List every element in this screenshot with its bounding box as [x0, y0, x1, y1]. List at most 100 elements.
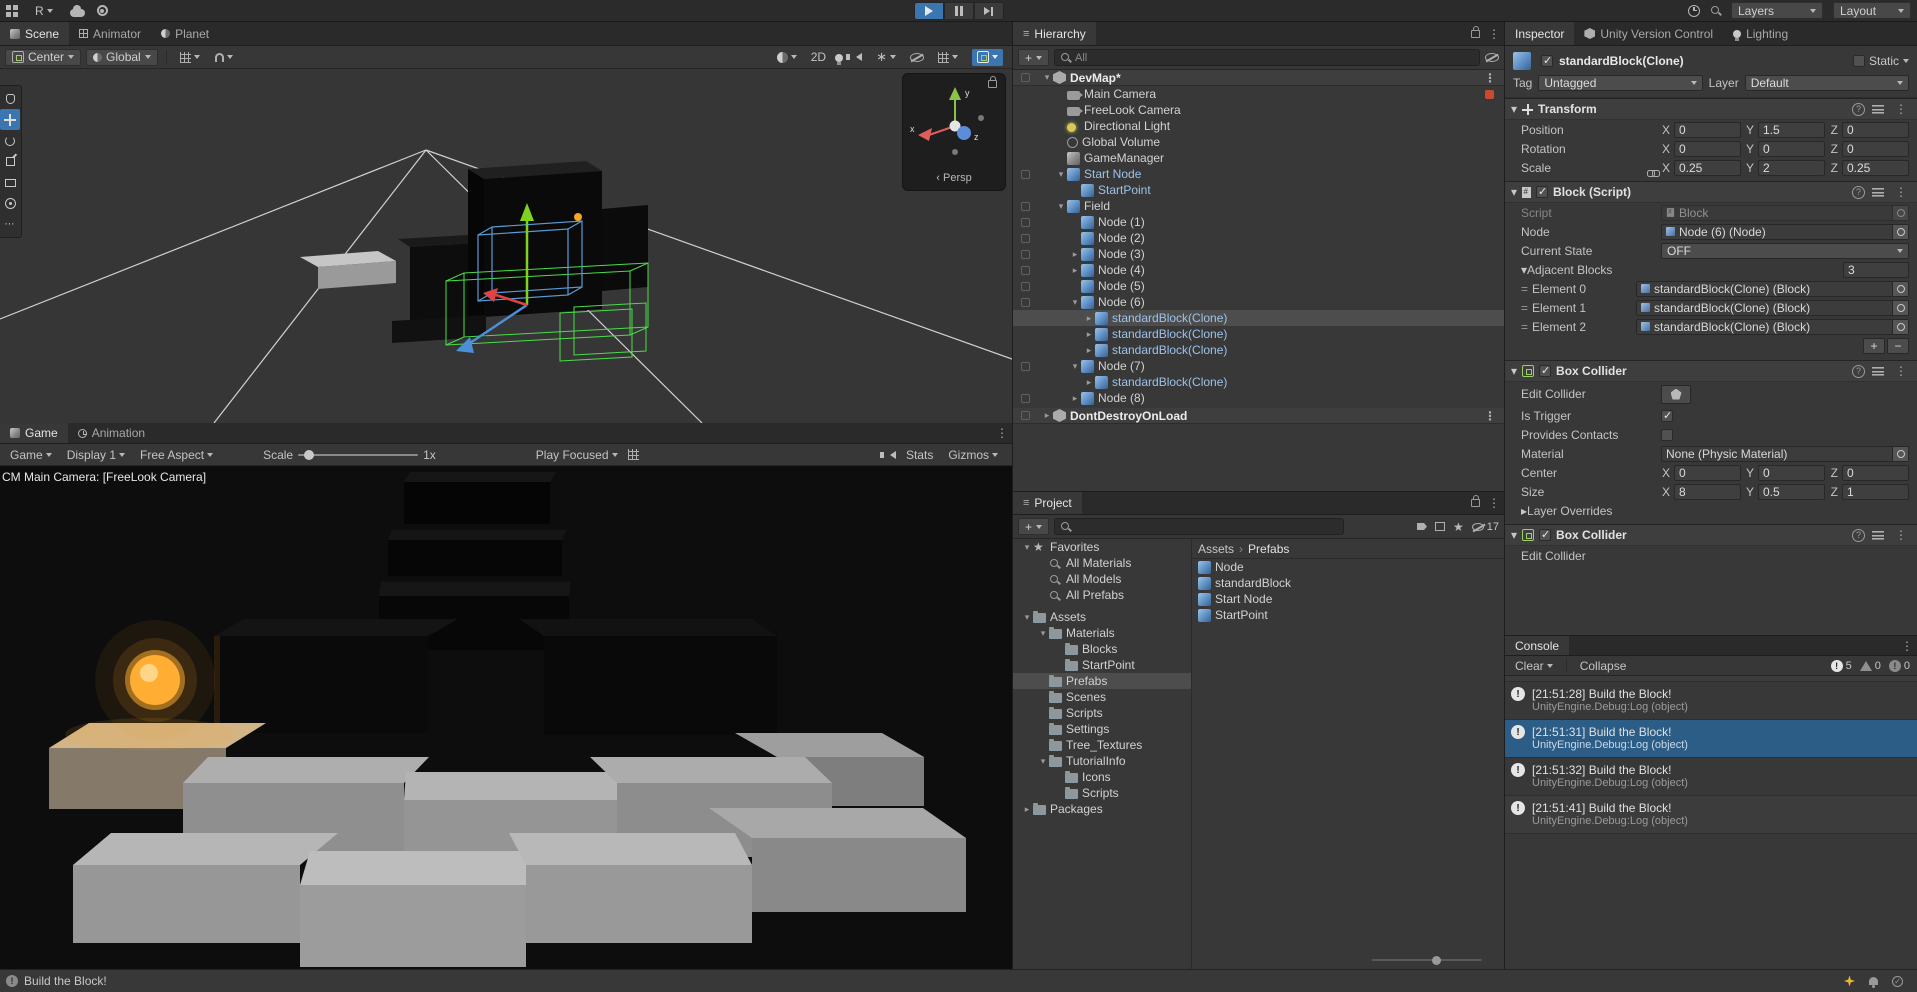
settings-gear-icon[interactable] [96, 5, 108, 16]
expand-arrow-icon[interactable] [1069, 297, 1081, 308]
edit-collider-button[interactable] [1661, 384, 1691, 404]
current-state-dropdown[interactable]: OFF [1661, 242, 1909, 259]
expand-arrow-icon[interactable] [1069, 361, 1081, 372]
project-tree-row[interactable]: All Models [1013, 571, 1191, 587]
rect-tool-button[interactable] [0, 172, 20, 193]
project-tree-row[interactable]: Tree_Textures [1013, 737, 1191, 753]
object-picker-icon[interactable] [1892, 319, 1908, 334]
game-mode-dropdown[interactable]: Game [5, 446, 57, 463]
unity-logo-icon[interactable] [6, 4, 18, 17]
camera-overlay-button[interactable] [972, 48, 1003, 66]
expand-arrow-icon[interactable] [1041, 410, 1053, 421]
static-dropdown[interactable]: Static [1852, 54, 1909, 68]
tag-dropdown[interactable]: Untagged [1538, 75, 1703, 91]
cloud-services-icon[interactable] [69, 4, 85, 17]
component-enabled-checkbox[interactable] [1539, 364, 1552, 377]
preset-icon[interactable] [1872, 187, 1884, 197]
help-icon[interactable] [1852, 528, 1865, 542]
hierarchy-row[interactable]: StartPoint [1013, 182, 1504, 198]
tab-animator[interactable]: Animator [69, 22, 151, 45]
project-search[interactable] [1054, 518, 1345, 535]
hierarchy-row[interactable]: Node (5) [1013, 278, 1504, 294]
hierarchy-row[interactable]: Main Camera [1013, 86, 1504, 102]
project-tree-row[interactable]: Icons [1013, 769, 1191, 785]
array-size-field[interactable]: 3 [1843, 261, 1909, 278]
object-picker-icon[interactable] [1892, 281, 1908, 296]
visibility-toggle-icon[interactable] [1021, 169, 1030, 179]
project-tree-row[interactable]: All Prefabs [1013, 587, 1191, 603]
expand-arrow-icon[interactable] [1055, 201, 1067, 212]
hierarchy-row[interactable]: Node (4) [1013, 262, 1504, 278]
foldout-arrow-icon[interactable] [1511, 185, 1517, 199]
center-y-field[interactable]: 0 [1758, 464, 1825, 481]
expand-arrow-icon[interactable] [1069, 393, 1081, 404]
project-tree-row[interactable]: Scenes [1013, 689, 1191, 705]
scene-visibility-icon[interactable] [910, 52, 924, 62]
drag-handle-icon[interactable] [1521, 320, 1528, 334]
help-icon[interactable] [1852, 102, 1865, 116]
hierarchy-row[interactable]: Directional Light [1013, 118, 1504, 134]
object-picker-icon[interactable] [1892, 205, 1908, 220]
hierarchy-search[interactable] [1054, 49, 1480, 66]
breadcrumb-current[interactable]: Prefabs [1248, 542, 1289, 556]
stats-button[interactable]: Stats [906, 448, 933, 462]
scene-menu-icon[interactable] [1480, 71, 1500, 85]
drag-handle-icon[interactable] [1521, 301, 1528, 315]
tab-lighting[interactable]: Lighting [1723, 22, 1798, 45]
project-tree-row[interactable]: Materials [1013, 625, 1191, 641]
slider-knob[interactable] [304, 449, 315, 460]
foldout-arrow-icon[interactable] [1511, 102, 1517, 116]
global-search-icon[interactable] [1710, 5, 1721, 16]
clear-button[interactable]: Clear [1510, 657, 1558, 674]
project-tree-row[interactable]: All Materials [1013, 555, 1191, 571]
visibility-toggle-icon[interactable] [1021, 361, 1030, 371]
node-object-field[interactable]: Node (6) (Node) [1661, 223, 1909, 240]
scale-y-field[interactable]: 2 [1758, 159, 1825, 176]
scale-tool-button[interactable] [0, 151, 20, 172]
notification-bell-icon[interactable] [1869, 977, 1878, 988]
gizmos-dropdown[interactable]: Gizmos [943, 446, 1003, 463]
custom-tool-button[interactable] [0, 214, 20, 235]
script-object-field[interactable]: Block [1661, 204, 1909, 221]
asset-item[interactable]: standardBlock [1192, 575, 1504, 591]
scene-audio-icon[interactable] [846, 53, 863, 61]
box-collider-header[interactable]: Box Collider [1505, 360, 1917, 382]
scale-x-field[interactable]: 0.25 [1674, 159, 1741, 176]
expand-arrow-icon[interactable] [1021, 804, 1033, 815]
hierarchy-row[interactable]: Node (7) [1013, 358, 1504, 374]
console-entry-selected[interactable]: [21:51:31] Build the Block! UnityEngine.… [1505, 720, 1917, 758]
position-y-field[interactable]: 1.5 [1758, 121, 1825, 138]
scale-slider[interactable] [298, 449, 419, 460]
adjacent-blocks-row[interactable]: Adjacent Blocks 3 [1505, 260, 1917, 279]
visibility-toggle-icon[interactable] [1021, 201, 1030, 211]
hierarchy-row[interactable]: Start Node [1013, 166, 1504, 182]
search-by-type-icon[interactable] [1434, 522, 1445, 531]
hierarchy-row[interactable]: standardBlock(Clone) [1013, 326, 1504, 342]
project-tree-row[interactable]: Assets [1013, 609, 1191, 625]
tab-animation[interactable]: Animation [68, 423, 155, 443]
layer-dropdown[interactable]: Default [1744, 75, 1910, 91]
help-icon[interactable] [1852, 364, 1865, 378]
visibility-toggle-icon[interactable] [1021, 297, 1030, 307]
zoom-slider-knob[interactable] [1432, 956, 1441, 965]
expand-arrow-icon[interactable] [1083, 329, 1095, 340]
active-checkbox[interactable] [1541, 54, 1553, 67]
remove-element-button[interactable]: − [1887, 338, 1909, 354]
expand-arrow-icon[interactable] [1037, 628, 1049, 639]
component-enabled-checkbox[interactable] [1536, 185, 1549, 198]
hierarchy-row[interactable]: DevMap* [1013, 70, 1504, 86]
tab-scene[interactable]: Scene [0, 22, 70, 45]
expand-arrow-icon[interactable] [1083, 313, 1095, 324]
expand-arrow-icon[interactable] [1069, 249, 1081, 260]
play-button[interactable] [913, 2, 944, 20]
tab-game[interactable]: Game [0, 423, 68, 443]
create-asset-button[interactable]: + [1018, 518, 1050, 535]
preset-icon[interactable] [1872, 366, 1884, 376]
visibility-toggle-icon[interactable] [1021, 265, 1030, 275]
transform-tool-button[interactable] [0, 193, 20, 214]
asset-item[interactable]: Node [1192, 559, 1504, 575]
tab-hierarchy[interactable]: ≡ Hierarchy [1013, 22, 1096, 45]
expand-arrow-icon[interactable] [1083, 345, 1095, 356]
hierarchy-search-input[interactable] [1075, 51, 1474, 64]
account-button[interactable]: R [30, 2, 58, 19]
